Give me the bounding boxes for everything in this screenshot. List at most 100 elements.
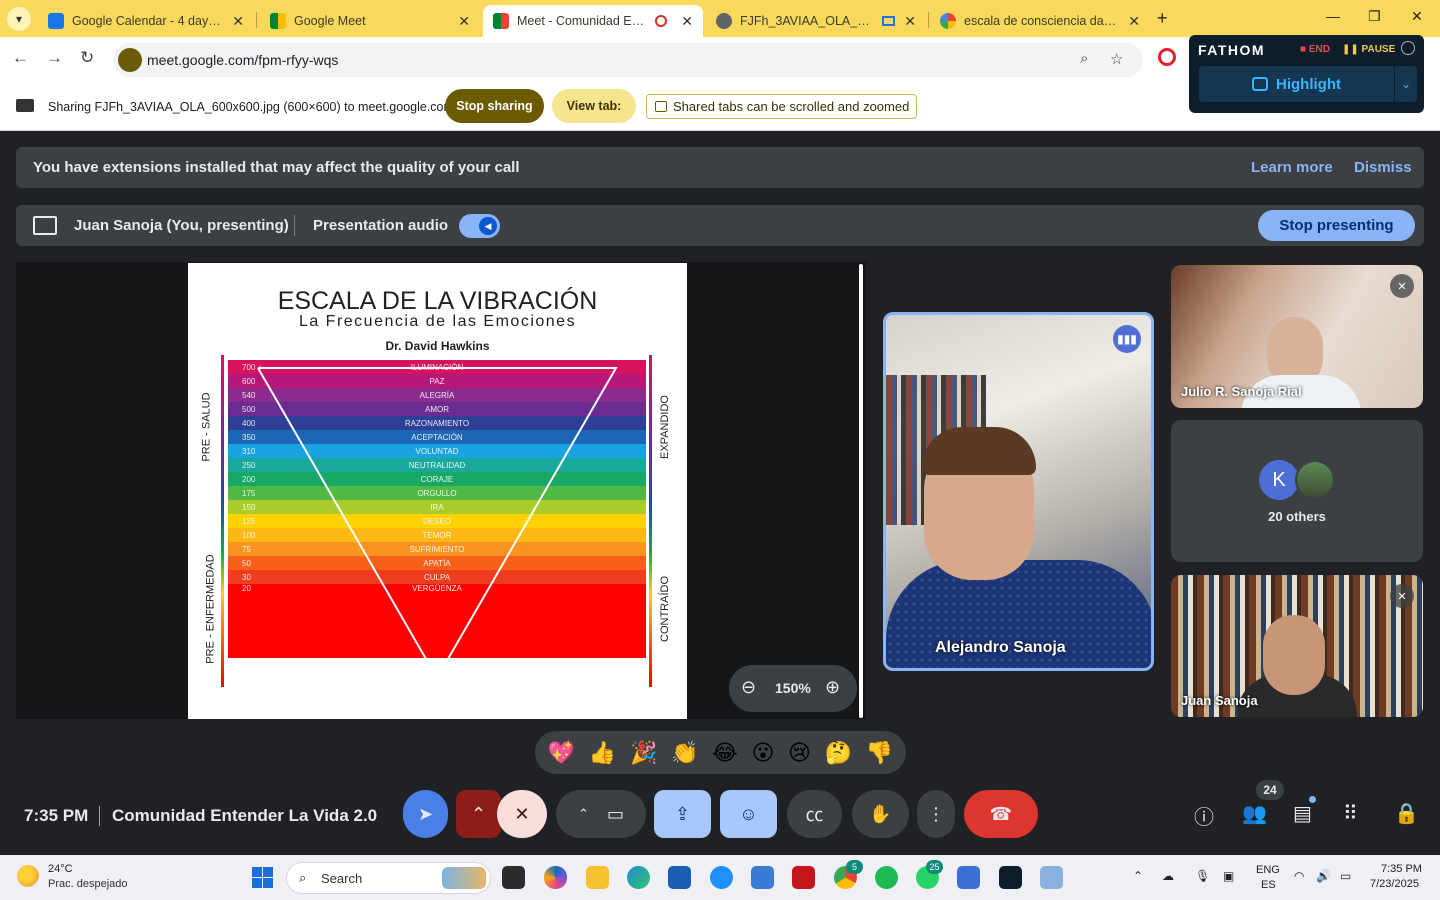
participant-tile-julio[interactable]: ✕ Julio R. Sanoja Rial [1171, 265, 1423, 408]
reaction-emoji-button[interactable]: 👎 [866, 740, 893, 766]
meeting-info-icon[interactable]: ⓘ [1194, 801, 1214, 830]
dismiss-link[interactable]: Dismiss [1354, 159, 1412, 176]
view-tab-button[interactable]: View tab: [552, 89, 636, 123]
reaction-emoji-button[interactable]: 🎉 [630, 740, 657, 766]
windows-taskbar: 24°C Prac. despejado ⌕ Search 5 25 ⌃ ☁ 🎙… [0, 855, 1440, 900]
minimize-button[interactable]: — [1326, 8, 1340, 24]
help-icon[interactable] [710, 866, 733, 889]
back-arrow-icon[interactable]: ← [12, 48, 29, 68]
forward-arrow-icon[interactable]: → [46, 48, 63, 68]
raise-hand-button[interactable]: ✋ [852, 790, 909, 838]
volume-icon[interactable]: 🔊 [1316, 869, 1331, 883]
tab-google-search[interactable]: escala de consciencia david haw ✕ [930, 5, 1150, 37]
myhp-icon[interactable] [751, 866, 774, 889]
microphone-toggle-button[interactable]: ✕ [497, 790, 547, 838]
fathom-pause-button[interactable]: ❚❚ PAUSE [1342, 44, 1395, 55]
chat-icon[interactable]: ▤ [1293, 801, 1312, 826]
label-expandido: EXPANDIDO [658, 395, 671, 459]
learn-more-link[interactable]: Learn more [1251, 159, 1333, 176]
fathom-highlight-button[interactable]: Highlight [1199, 66, 1394, 102]
camera-toggle-button[interactable]: ⌃ ▭ [556, 790, 646, 838]
reaction-emoji-button[interactable]: 👍 [589, 740, 616, 766]
tab-meet-comunidad[interactable]: Meet - Comunidad Entende ✕ [483, 5, 703, 37]
fathom-dropdown-button[interactable]: ⌄ [1395, 66, 1417, 102]
weather-sun-icon[interactable] [17, 865, 39, 887]
fathom-end-button[interactable]: ■ END [1300, 44, 1330, 55]
tab-shared-image[interactable]: FJFh_3AVIAA_OLA_600x600 ✕ [706, 5, 926, 37]
close-icon[interactable]: ✕ [226, 13, 244, 30]
tab-google-meet[interactable]: Google Meet ✕ [260, 5, 480, 37]
presentation-audio-toggle[interactable]: ◀ [459, 214, 500, 238]
new-tab-button[interactable]: + [1157, 8, 1168, 29]
task-view-icon[interactable] [502, 866, 525, 889]
bookmark-star-icon[interactable]: ☆ [1110, 50, 1123, 68]
presentation-stage[interactable]: ESCALA DE LA VIBRACIÓN La Frecuencia de … [16, 262, 866, 719]
weather-temperature[interactable]: 24°C [48, 863, 73, 875]
store-icon[interactable] [668, 866, 691, 889]
activities-icon[interactable]: ⠿ [1343, 801, 1358, 826]
emoji-reactions-button[interactable]: ☺ [720, 790, 777, 838]
participant-tile-others[interactable]: K 20 others [1171, 420, 1423, 562]
fathom-cast-button[interactable]: ➤ [403, 790, 448, 838]
taskbar-time[interactable]: 7:35 PM [1381, 863, 1422, 875]
restore-button[interactable]: ❐ [1368, 8, 1381, 25]
people-icon[interactable]: 👥 [1242, 801, 1267, 826]
onedrive-icon[interactable]: ☁ [1162, 869, 1174, 883]
audio-options-button[interactable]: ⌃ [456, 790, 501, 838]
keyboard-layout[interactable]: ES [1261, 879, 1276, 891]
windows-start-icon[interactable] [252, 867, 273, 888]
participant-tile-alejandro[interactable]: ▮▮▮ Alejandro Sanoja [883, 312, 1154, 671]
stop-sharing-button[interactable]: Stop sharing [445, 89, 544, 123]
host-controls-icon[interactable]: 🔒 [1394, 801, 1419, 826]
close-window-button[interactable]: ✕ [1411, 8, 1423, 25]
close-icon[interactable]: ✕ [675, 13, 693, 30]
zoom-icon[interactable]: ⌕ [1080, 50, 1088, 67]
file-explorer-icon[interactable] [586, 866, 609, 889]
stop-presenting-button[interactable]: Stop presenting [1258, 210, 1415, 241]
participant-tile-juan[interactable]: ✕ Juan Sanoja [1171, 575, 1423, 717]
present-screen-button[interactable]: ⇪ [654, 790, 711, 838]
notepad-icon[interactable] [957, 866, 980, 889]
spotify-icon[interactable] [875, 866, 898, 889]
weather-description[interactable]: Prac. despejado [48, 878, 128, 890]
tab-google-calendar[interactable]: Google Calendar - 4 days, start ✕ [38, 5, 254, 37]
close-icon[interactable]: ✕ [898, 13, 916, 30]
taskbar-date[interactable]: 7/23/2025 [1370, 878, 1419, 890]
captions-button[interactable]: ㏄ [787, 790, 842, 838]
tab-search-button[interactable]: ▾ [7, 7, 31, 31]
fathom-app-icon[interactable] [999, 866, 1022, 889]
reload-icon[interactable]: ↻ [80, 48, 94, 68]
chrome-badge: 5 [846, 860, 863, 874]
mcafee-icon[interactable] [792, 866, 815, 889]
reaction-emoji-button[interactable]: 😂 [712, 740, 738, 766]
search-highlight-icon [442, 867, 486, 889]
wifi-icon[interactable]: ◠ [1294, 869, 1304, 883]
microphone-icon[interactable]: 🎙 [1195, 869, 1210, 883]
chevron-up-icon[interactable]: ⌃ [1133, 869, 1143, 883]
reaction-emoji-button[interactable]: 💖 [548, 740, 575, 766]
opera-extension-icon[interactable] [1158, 48, 1176, 66]
stage-scrollbar[interactable] [859, 264, 863, 718]
edge-icon[interactable] [627, 866, 650, 889]
present-screen-icon [33, 216, 57, 235]
leave-call-button[interactable]: ☎ [964, 790, 1038, 838]
reaction-emoji-button[interactable]: 🤔 [825, 740, 852, 766]
zoom-out-icon[interactable]: ⊖ [741, 677, 756, 698]
minimize-icon[interactable] [1401, 41, 1415, 55]
taskbar-search[interactable]: ⌕ Search [286, 862, 491, 894]
zoom-in-icon[interactable]: ⊕ [825, 677, 840, 698]
close-icon[interactable]: ✕ [452, 13, 470, 30]
reaction-emoji-button[interactable]: 👏 [671, 740, 698, 766]
language-code[interactable]: ENG [1256, 864, 1280, 876]
site-info-icon[interactable] [118, 48, 142, 72]
battery-icon[interactable]: ▭ [1340, 869, 1351, 883]
copilot-icon[interactable] [544, 866, 567, 889]
address-bar[interactable]: meet.google.com/fpm-rfyy-wqs ⌕ ☆ [113, 43, 1143, 77]
snipping-tool-icon[interactable] [1040, 866, 1063, 889]
more-options-button[interactable]: ⋮ [917, 790, 955, 838]
close-icon[interactable]: ✕ [1122, 13, 1140, 30]
reaction-emoji-button[interactable]: 😢 [788, 740, 811, 766]
display-icon[interactable]: ▣ [1223, 869, 1234, 883]
url-text[interactable]: meet.google.com/fpm-rfyy-wqs [147, 52, 338, 68]
reaction-emoji-button[interactable]: 😮 [751, 740, 774, 766]
